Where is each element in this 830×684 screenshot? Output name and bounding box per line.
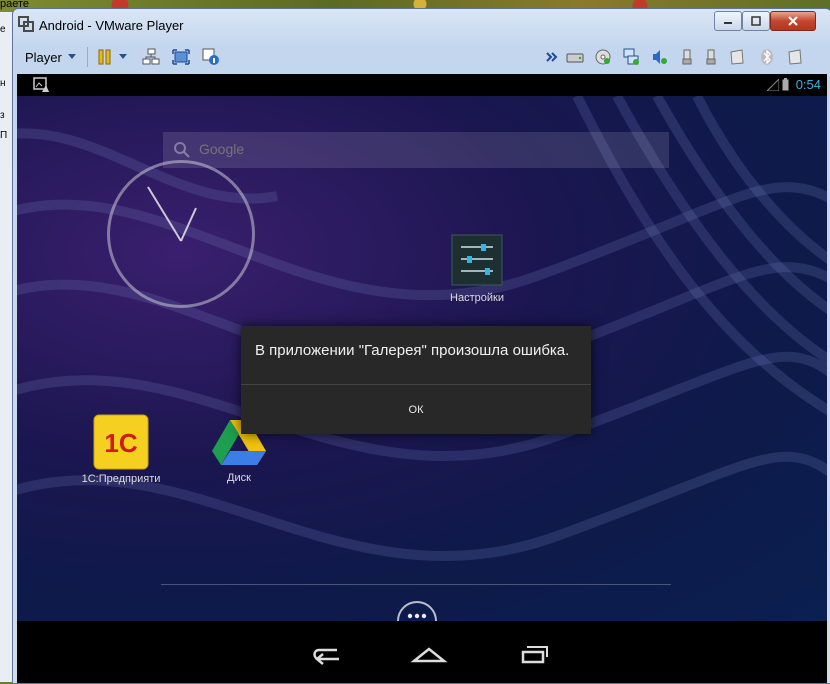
recent-apps-button[interactable]: [513, 641, 553, 667]
svg-text:1C: 1C: [104, 428, 137, 458]
close-icon: [788, 16, 798, 26]
signal-icon: [767, 79, 779, 91]
cd-icon: [595, 49, 611, 65]
printer-device[interactable]: [727, 47, 747, 67]
error-dialog: В приложении "Галерея" произошла ошибка.…: [241, 326, 591, 434]
full-screen-button[interactable]: [171, 47, 191, 67]
vmware-app-icon: [18, 16, 34, 32]
toolbar-separator: [87, 47, 88, 67]
usb-device-1[interactable]: [677, 47, 697, 67]
strip-item: е: [0, 24, 6, 35]
strip-item: П: [0, 130, 8, 141]
1c-enterprise-icon: 1C: [93, 414, 149, 470]
android-screen[interactable]: 0:54 Google Настройки 1C 1С:Предприяти Д…: [17, 74, 827, 683]
double-chevron-right-icon: [546, 52, 558, 62]
hard-disk-device[interactable]: [565, 47, 585, 67]
analog-clock-widget[interactable]: [107, 160, 255, 308]
pause-icon: [98, 49, 111, 65]
unity-icon: [202, 48, 219, 65]
network-icon: [623, 48, 639, 65]
sound-icon: [653, 50, 667, 64]
android-status-bar: 0:54: [17, 74, 827, 96]
unity-button[interactable]: [201, 47, 221, 67]
minimize-button[interactable]: [714, 11, 742, 31]
dialog-message: В приложении "Галерея" произошла ошибка.: [255, 342, 570, 359]
maximize-button[interactable]: [742, 11, 770, 31]
app-label: Диск: [227, 472, 251, 484]
chevron-down-icon: [119, 54, 127, 59]
hard-disk-icon: [566, 53, 584, 63]
status-time: 0:54: [795, 77, 821, 92]
power-menu-dropdown[interactable]: [117, 47, 129, 67]
sound-card-device[interactable]: [649, 47, 669, 67]
player-menu-button[interactable]: Player: [19, 46, 82, 68]
android-navigation-bar: [17, 621, 827, 683]
back-icon: [313, 648, 339, 665]
battery-icon: [782, 78, 789, 91]
app-label: Настройки: [450, 292, 504, 304]
error-notification-icon: [33, 77, 49, 92]
wallpaper[interactable]: Настройки 1C 1С:Предприяти Диск В прилож…: [17, 96, 827, 641]
clock-hands: [147, 186, 197, 242]
search-icon: [174, 142, 190, 158]
bluetooth-icon: [761, 49, 773, 65]
usb-icon: [706, 49, 716, 65]
send-ctrl-alt-del-button[interactable]: [141, 47, 161, 67]
recent-apps-icon: [521, 646, 548, 664]
title-bar[interactable]: Android - VMware Player: [13, 9, 830, 41]
app-1c-enterprise[interactable]: 1C 1С:Предприяти: [79, 414, 163, 485]
pause-button[interactable]: [95, 47, 115, 67]
network-adapter-device[interactable]: [621, 47, 641, 67]
toolbar: Player: [13, 41, 830, 73]
usb-device-2[interactable]: [701, 47, 721, 67]
settings-icon: [451, 234, 503, 286]
more-devices-button[interactable]: [545, 47, 559, 67]
document-icon: [788, 49, 802, 65]
bluetooth-device[interactable]: [757, 47, 777, 67]
home-icon: [410, 647, 448, 663]
strip-item: з: [0, 110, 5, 121]
search-input[interactable]: [197, 140, 501, 158]
minimize-icon: [724, 22, 732, 24]
chevron-down-icon: [67, 54, 76, 59]
back-button[interactable]: [305, 641, 345, 667]
message-log-button[interactable]: [785, 47, 805, 67]
cd-dvd-device[interactable]: [593, 47, 613, 67]
hotseat-divider: [161, 584, 671, 585]
network-computers-icon: [142, 48, 160, 65]
maximize-icon: [751, 16, 761, 26]
ok-button[interactable]: ОК: [241, 385, 591, 434]
close-button[interactable]: [770, 11, 816, 31]
window-title: Android - VMware Player: [39, 18, 184, 33]
strip-item: н: [0, 78, 6, 89]
home-button[interactable]: [409, 641, 449, 667]
usb-icon: [682, 49, 692, 65]
vmware-player-window: Android - VMware Player Player 0:54 Goog…: [12, 8, 830, 684]
app-settings[interactable]: Настройки: [441, 234, 513, 304]
fullscreen-icon: [172, 49, 190, 65]
app-label: 1С:Предприяти: [81, 473, 161, 485]
player-menu-label: Player: [25, 49, 62, 65]
printer-icon: [730, 49, 744, 65]
